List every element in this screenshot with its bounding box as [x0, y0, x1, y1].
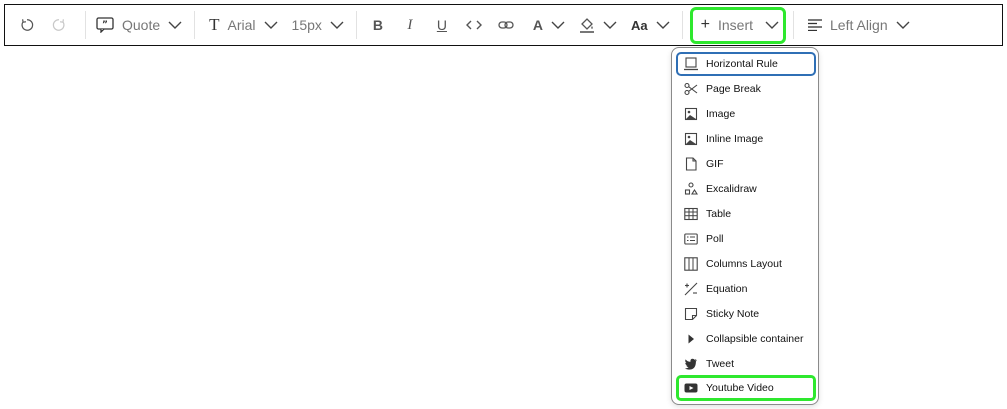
underline-icon: U: [436, 17, 447, 33]
menu-item-equation[interactable]: Equation: [676, 277, 816, 301]
align-label: Left Align: [830, 17, 888, 33]
toolbar-divider: [85, 11, 86, 39]
menu-item-excalidraw[interactable]: Excalidraw: [676, 177, 816, 201]
scissors-icon: [684, 82, 698, 96]
align-dropdown[interactable]: Left Align: [808, 5, 910, 45]
block-type-label: Quote: [122, 17, 161, 33]
menu-item-columns-layout[interactable]: Columns Layout: [676, 252, 816, 276]
chevron-down-icon: [330, 21, 344, 29]
menu-item-tweet[interactable]: Tweet: [676, 352, 816, 376]
link-icon: [498, 21, 514, 29]
twitter-icon: [684, 357, 698, 371]
font-size-label: 15px: [291, 17, 322, 33]
chevron-down-icon: [765, 21, 779, 29]
quote-icon: ”: [96, 17, 114, 33]
menu-item-inline-image[interactable]: Inline Image: [676, 127, 816, 151]
block-type-dropdown[interactable]: ” Quote: [96, 5, 182, 45]
menu-item-sticky-note[interactable]: Sticky Note: [676, 302, 816, 326]
svg-text:”: ”: [102, 20, 108, 30]
columns-icon: [684, 257, 698, 271]
menu-item-page-break[interactable]: Page Break: [676, 77, 816, 101]
italic-icon: I: [407, 16, 413, 33]
font-color-icon: A: [532, 17, 544, 33]
chevron-down-icon: [168, 21, 182, 29]
menu-item-label: Sticky Note: [706, 308, 760, 320]
equation-icon: [684, 282, 698, 296]
code-icon: [465, 20, 482, 30]
menu-item-label: Collapsible container: [706, 333, 804, 345]
menu-item-image[interactable]: Image: [676, 102, 816, 126]
text-format-dropdown[interactable]: Aa: [631, 5, 670, 45]
caret-right-icon: [684, 332, 698, 346]
align-left-icon: [808, 19, 823, 31]
poll-icon: [684, 232, 698, 246]
menu-item-label: Page Break: [706, 83, 761, 95]
link-button[interactable]: [491, 5, 521, 45]
youtube-icon: [684, 381, 698, 395]
editor-toolbar: ” Quote T Arial 15px B I U A Aa + Insert…: [4, 4, 1003, 46]
italic-button[interactable]: I: [395, 5, 425, 45]
paint-bucket-icon: [580, 18, 595, 33]
table-icon: [684, 207, 698, 221]
menu-item-label: Inline Image: [706, 133, 764, 145]
toolbar-divider: [793, 11, 795, 39]
chevron-down-icon: [551, 21, 565, 29]
insert-menu: Horizontal Rule Page Break Image Inline …: [671, 47, 819, 405]
gif-file-icon: [684, 157, 698, 171]
menu-item-label: GIF: [706, 158, 724, 170]
background-color-dropdown[interactable]: [579, 5, 617, 45]
bold-icon: B: [372, 17, 383, 33]
menu-item-label: Horizontal Rule: [706, 58, 778, 70]
inline-image-icon: [684, 132, 698, 146]
undo-button[interactable]: [15, 5, 39, 45]
menu-item-collapsible-container[interactable]: Collapsible container: [676, 327, 816, 351]
menu-item-table[interactable]: Table: [676, 202, 816, 226]
menu-item-label: Equation: [706, 283, 748, 295]
image-icon: [684, 107, 698, 121]
menu-item-label: Table: [706, 208, 732, 220]
code-button[interactable]: [459, 5, 489, 45]
sticky-note-icon: [684, 307, 698, 321]
chevron-down-icon: [656, 21, 670, 29]
menu-item-horizontal-rule[interactable]: Horizontal Rule: [676, 52, 816, 76]
toolbar-divider: [194, 11, 196, 39]
horizontal-rule-icon: [684, 57, 698, 71]
menu-item-label: Poll: [706, 233, 724, 245]
menu-item-label: Excalidraw: [706, 183, 757, 195]
font-family-icon: T: [209, 15, 220, 34]
toolbar-divider: [355, 11, 357, 39]
chevron-down-icon: [264, 21, 278, 29]
excalidraw-icon: [684, 182, 698, 196]
font-family-dropdown[interactable]: T Arial: [209, 5, 278, 45]
menu-item-youtube-video[interactable]: Youtube Video: [676, 375, 816, 401]
menu-item-label: Image: [706, 108, 736, 120]
text-case-icon: Aa: [631, 17, 648, 33]
bold-button[interactable]: B: [363, 5, 393, 45]
plus-icon: +: [700, 16, 710, 33]
font-size-dropdown[interactable]: 15px: [292, 5, 344, 45]
font-color-dropdown[interactable]: A: [533, 5, 565, 45]
redo-icon: [52, 19, 65, 31]
menu-item-label: Tweet: [706, 358, 735, 370]
toolbar-divider: [681, 11, 683, 39]
redo-button[interactable]: [47, 5, 71, 45]
menu-item-gif[interactable]: GIF: [676, 152, 816, 176]
menu-item-label: Youtube Video: [706, 382, 774, 394]
insert-label: Insert: [718, 17, 754, 33]
undo-icon: [21, 19, 34, 31]
chevron-down-icon: [896, 21, 910, 29]
insert-dropdown[interactable]: + Insert: [701, 5, 779, 45]
menu-item-label: Columns Layout: [706, 258, 782, 270]
font-family-label: Arial: [227, 17, 256, 33]
chevron-down-icon: [603, 21, 617, 29]
underline-button[interactable]: U: [427, 5, 457, 45]
menu-item-poll[interactable]: Poll: [676, 227, 816, 251]
